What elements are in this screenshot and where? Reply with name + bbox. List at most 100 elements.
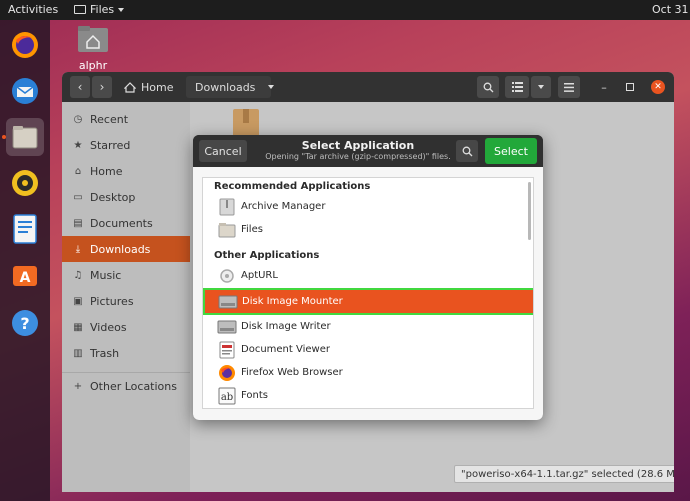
sidebar-item-label: Home <box>90 164 123 178</box>
files-sidebar: ◷ Recent ★ Starred ⌂ Home ▭ Desktop ▤ Do… <box>62 102 190 492</box>
close-icon: ✕ <box>654 82 662 92</box>
selection-status: "poweriso-x64-1.1.tar.gz" selected (28.6… <box>454 465 674 483</box>
app-label: Files <box>241 224 263 235</box>
app-label: Firefox Web Browser <box>241 367 343 378</box>
sidebar-item-music[interactable]: ♫ Music <box>62 262 190 288</box>
forward-button[interactable]: › <box>92 76 112 98</box>
sidebar-item-desktop[interactable]: ▭ Desktop <box>62 184 190 210</box>
dialog-header: Cancel Select Application Opening "Tar a… <box>193 135 543 167</box>
activities-button[interactable]: Activities <box>8 3 58 16</box>
path-downloads[interactable]: Downloads <box>186 76 275 98</box>
sidebar-item-label: Desktop <box>90 190 136 204</box>
dialog-search-button[interactable] <box>456 140 478 162</box>
chevron-left-icon: ‹ <box>77 80 83 94</box>
search-icon <box>483 82 493 92</box>
svg-text:?: ? <box>20 314 29 333</box>
desktop-icon-label: alphr <box>78 59 108 72</box>
folder-icon <box>74 5 86 14</box>
select-button[interactable]: Select <box>485 138 537 164</box>
clock[interactable]: Oct 31 <box>652 3 689 16</box>
plus-icon: + <box>73 380 83 392</box>
app-menu[interactable]: Files <box>74 3 125 16</box>
firefox-icon <box>217 363 237 383</box>
sidebar-item-home[interactable]: ⌂ Home <box>62 158 190 184</box>
sidebar-item-recent[interactable]: ◷ Recent <box>62 106 190 132</box>
search-button[interactable] <box>477 76 499 98</box>
download-icon: ⤓ <box>75 243 81 255</box>
close-button[interactable]: ✕ <box>651 80 665 94</box>
select-application-dialog: Cancel Select Application Opening "Tar a… <box>193 135 543 420</box>
svg-text:ab: ab <box>221 392 233 403</box>
chevron-down-icon <box>118 7 125 12</box>
dock-software[interactable]: A <box>6 256 44 294</box>
sidebar-item-trash[interactable]: ▥ Trash <box>62 340 190 366</box>
path-downloads-label: Downloads <box>195 80 256 94</box>
app-row-files[interactable]: Files <box>203 218 533 241</box>
music-icon: ♫ <box>73 269 83 281</box>
files-headerbar: ‹ › Home Downloads – ✕ <box>62 72 674 102</box>
clock-icon: ◷ <box>73 113 83 125</box>
maximize-button[interactable] <box>623 80 637 94</box>
app-row-document-viewer[interactable]: Document Viewer <box>203 338 533 361</box>
picture-icon: ▣ <box>73 295 83 307</box>
dock: A ? <box>0 20 50 501</box>
app-row-firefox[interactable]: Firefox Web Browser <box>203 361 533 384</box>
sidebar-item-pictures[interactable]: ▣ Pictures <box>62 288 190 314</box>
home-icon: ⌂ <box>74 165 82 177</box>
home-folder-icon <box>78 26 108 52</box>
folder-icon <box>217 220 237 240</box>
document-viewer-icon <box>217 340 237 360</box>
app-label: Fonts <box>241 390 268 401</box>
dock-thunderbird[interactable] <box>6 72 44 110</box>
app-row-archive-manager[interactable]: Archive Manager <box>203 195 533 218</box>
running-indicator <box>2 135 6 139</box>
sidebar-item-downloads[interactable]: ⤓ Downloads <box>62 236 190 262</box>
dock-firefox[interactable] <box>6 26 44 64</box>
sidebar-item-starred[interactable]: ★ Starred <box>62 132 190 158</box>
app-label: Archive Manager <box>241 201 326 212</box>
recommended-header: Recommended Applications <box>214 181 371 192</box>
app-row-apturl[interactable]: AptURL <box>203 264 533 287</box>
maximize-icon <box>626 83 634 91</box>
sidebar-item-label: Recent <box>90 112 129 126</box>
other-header: Other Applications <box>214 250 320 261</box>
dock-files[interactable] <box>6 118 44 156</box>
view-options-button[interactable] <box>531 76 551 98</box>
svg-text:A: A <box>20 270 31 286</box>
dialog-title: Select Application <box>301 139 415 152</box>
minimize-button[interactable]: – <box>597 80 611 94</box>
app-label: AptURL <box>241 270 278 281</box>
path-home[interactable]: Home <box>124 76 173 98</box>
application-list[interactable]: Recommended Applications Archive Manager… <box>202 177 534 409</box>
app-label: Disk Image Writer <box>241 321 331 332</box>
chevron-down-icon <box>268 85 275 89</box>
trash-icon: ▥ <box>73 347 83 359</box>
chevron-right-icon: › <box>99 80 105 94</box>
view-toggle-button[interactable] <box>505 76 529 98</box>
dock-writer[interactable] <box>6 210 44 248</box>
app-row-disk-image-writer[interactable]: Disk Image Writer <box>203 315 533 338</box>
dock-rhythmbox[interactable] <box>6 164 44 202</box>
back-button[interactable]: ‹ <box>70 76 90 98</box>
sidebar-item-label: Pictures <box>90 294 134 308</box>
document-icon: ▤ <box>73 217 83 229</box>
desktop-home-folder[interactable]: alphr <box>76 24 110 72</box>
firefox-icon <box>12 32 38 58</box>
menu-button[interactable] <box>558 76 580 98</box>
help-icon: ? <box>12 310 38 336</box>
app-menu-label: Files <box>90 3 115 16</box>
desktop-icon: ▭ <box>73 191 83 203</box>
dock-help[interactable]: ? <box>6 304 44 342</box>
sidebar-item-other-locations[interactable]: + Other Locations <box>62 373 190 399</box>
sidebar-item-videos[interactable]: ▦ Videos <box>62 314 190 340</box>
sidebar-item-documents[interactable]: ▤ Documents <box>62 210 190 236</box>
sidebar-item-label: Videos <box>90 320 127 334</box>
cancel-button[interactable]: Cancel <box>199 140 247 162</box>
dialog-subtitle: Opening "Tar archive (gzip-compressed)" … <box>265 152 451 161</box>
app-row-fonts[interactable]: ab Fonts <box>203 384 533 407</box>
speaker-icon <box>12 170 38 196</box>
writer-icon <box>13 214 37 244</box>
list-view-icon <box>511 82 523 92</box>
sidebar-item-label: Starred <box>90 138 131 152</box>
archive-icon <box>217 197 237 217</box>
